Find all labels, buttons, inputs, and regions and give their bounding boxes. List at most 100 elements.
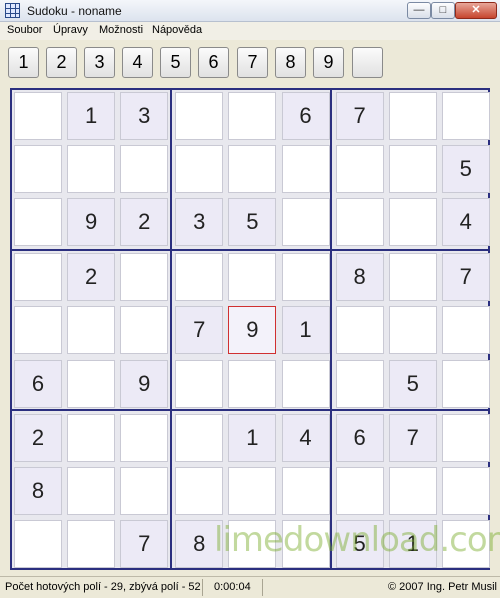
board-cell-r6c6[interactable]: [281, 359, 330, 408]
board-cell-r4c6[interactable]: [281, 253, 330, 302]
board-cell-r4c1[interactable]: [14, 253, 62, 302]
board-cell-r6c3[interactable]: 9: [120, 359, 169, 408]
menu-moznosti[interactable]: Možnosti: [99, 24, 143, 36]
window-title: Sudoku - noname: [27, 4, 122, 18]
board-cell-r9c8[interactable]: 1: [388, 519, 437, 568]
board-cell-r8c8[interactable]: [388, 466, 437, 515]
board-cell-r2c9[interactable]: 5: [441, 145, 490, 194]
board-cell-r5c6[interactable]: 1: [281, 306, 330, 355]
board-cell-r1c6[interactable]: 6: [281, 92, 330, 140]
board-cell-r4c2[interactable]: 2: [67, 253, 116, 302]
board-cell-r5c9[interactable]: [441, 306, 490, 355]
board-cell-r6c4[interactable]: [175, 359, 224, 408]
board-cell-r3c6[interactable]: [281, 198, 330, 247]
board-cell-r2c8[interactable]: [388, 145, 437, 194]
maximize-button[interactable]: □: [431, 2, 455, 19]
number-button-7[interactable]: 7: [237, 47, 268, 78]
board-cell-r6c9[interactable]: [441, 359, 490, 408]
number-button-3[interactable]: 3: [84, 47, 115, 78]
board-cell-r1c2[interactable]: 1: [67, 92, 116, 140]
board-cell-r1c7[interactable]: 7: [335, 92, 384, 140]
board-cell-r3c5[interactable]: 5: [228, 198, 277, 247]
number-button-6[interactable]: 6: [198, 47, 229, 78]
menu-soubor[interactable]: Soubor: [7, 24, 42, 36]
board-cell-r8c5[interactable]: [228, 466, 277, 515]
number-button-5[interactable]: 5: [160, 47, 191, 78]
number-button-1[interactable]: 1: [8, 47, 39, 78]
board-cell-r5c1[interactable]: [14, 306, 62, 355]
number-button-8[interactable]: 8: [275, 47, 306, 78]
board-cell-r8c2[interactable]: [67, 466, 116, 515]
board-cell-r9c7[interactable]: 5: [335, 519, 384, 568]
board-cell-r9c6[interactable]: [281, 519, 330, 568]
board-cell-r7c5[interactable]: 1: [228, 413, 277, 462]
board-cell-r9c3[interactable]: 7: [120, 519, 169, 568]
board-cell-r4c4[interactable]: [175, 253, 224, 302]
board-cell-r3c1[interactable]: [14, 198, 62, 247]
close-button[interactable]: ✕: [455, 2, 497, 19]
board-cell-r8c1[interactable]: 8: [14, 466, 62, 515]
board-cell-r3c9[interactable]: 4: [441, 198, 490, 247]
board-cell-r9c1[interactable]: [14, 519, 62, 568]
board-cell-r1c9[interactable]: [441, 92, 490, 140]
board-cell-r7c1[interactable]: 2: [14, 413, 62, 462]
number-button-9[interactable]: 9: [313, 47, 344, 78]
menu-upravy[interactable]: Úpravy: [53, 24, 88, 36]
board-cell-r7c4[interactable]: [175, 413, 224, 462]
clear-button[interactable]: [352, 47, 383, 78]
board-cell-r7c6[interactable]: 4: [281, 413, 330, 462]
board-cell-r1c1[interactable]: [14, 92, 62, 140]
board-cell-r1c5[interactable]: [228, 92, 277, 140]
board-cell-r5c7[interactable]: [335, 306, 384, 355]
board-cell-r9c4[interactable]: 8: [175, 519, 224, 568]
board-cell-r8c7[interactable]: [335, 466, 384, 515]
board-cell-r5c8[interactable]: [388, 306, 437, 355]
board-cell-r9c2[interactable]: [67, 519, 116, 568]
board-cell-r7c8[interactable]: 7: [388, 413, 437, 462]
board-cell-r9c5[interactable]: [228, 519, 277, 568]
board-cell-r1c8[interactable]: [388, 92, 437, 140]
board-cell-r4c7[interactable]: 8: [335, 253, 384, 302]
board-cell-r6c1[interactable]: 6: [14, 359, 62, 408]
board-cell-r5c5[interactable]: 9: [228, 306, 277, 355]
board-cell-r4c3[interactable]: [120, 253, 169, 302]
board-cell-r1c4[interactable]: [175, 92, 224, 140]
board-cell-r8c4[interactable]: [175, 466, 224, 515]
board-cell-r1c3[interactable]: 3: [120, 92, 169, 140]
board-cell-r6c5[interactable]: [228, 359, 277, 408]
number-button-2[interactable]: 2: [46, 47, 77, 78]
board-cell-r8c3[interactable]: [120, 466, 169, 515]
board-cell-r9c9[interactable]: [441, 519, 490, 568]
board-cell-r5c3[interactable]: [120, 306, 169, 355]
board-cell-r7c2[interactable]: [67, 413, 116, 462]
board-cell-r4c9[interactable]: 7: [441, 253, 490, 302]
minimize-button[interactable]: —: [407, 2, 431, 19]
board-cell-r7c3[interactable]: [120, 413, 169, 462]
board-cell-r3c2[interactable]: 9: [67, 198, 116, 247]
board-cell-r5c2[interactable]: [67, 306, 116, 355]
board-cell-r6c2[interactable]: [67, 359, 116, 408]
board-cell-r2c1[interactable]: [14, 145, 62, 194]
board-cell-r6c7[interactable]: [335, 359, 384, 408]
board-cell-r3c3[interactable]: 2: [120, 198, 169, 247]
board-cell-r5c4[interactable]: 7: [175, 306, 224, 355]
board-cell-r8c9[interactable]: [441, 466, 490, 515]
board-cell-r2c5[interactable]: [228, 145, 277, 194]
board-cell-r2c3[interactable]: [120, 145, 169, 194]
board-cell-r4c5[interactable]: [228, 253, 277, 302]
board-cell-r7c7[interactable]: 6: [335, 413, 384, 462]
board-cell-r3c4[interactable]: 3: [175, 198, 224, 247]
board-cell-r2c7[interactable]: [335, 145, 384, 194]
board-cell-r8c6[interactable]: [281, 466, 330, 515]
menu-napoveda[interactable]: Nápověda: [152, 24, 202, 36]
board-cell-r6c8[interactable]: 5: [388, 359, 437, 408]
board-cell-r4c8[interactable]: [388, 253, 437, 302]
board-cell-r3c7[interactable]: [335, 198, 384, 247]
board-cell-r2c6[interactable]: [281, 145, 330, 194]
board-cell-r3c8[interactable]: [388, 198, 437, 247]
board-cell-r7c9[interactable]: [441, 413, 490, 462]
number-button-4[interactable]: 4: [122, 47, 153, 78]
board-cell-r2c4[interactable]: [175, 145, 224, 194]
board-cell-r2c2[interactable]: [67, 145, 116, 194]
title-bar[interactable]: Sudoku - noname — □ ✕: [0, 0, 500, 22]
